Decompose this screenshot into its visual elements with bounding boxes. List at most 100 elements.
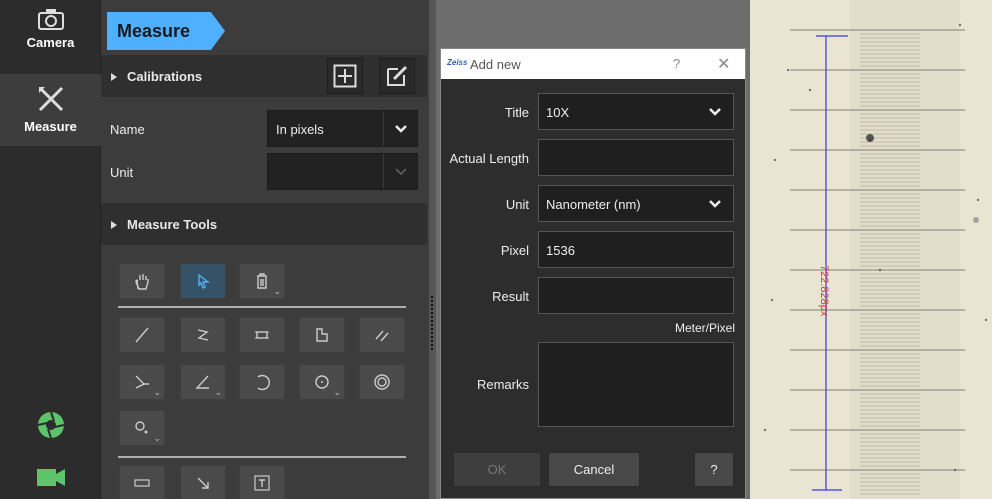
chevron-down-icon: ⌄ [273,286,281,296]
expand-triangle-icon [111,73,117,81]
angle-tool-button[interactable]: ⌄ [180,364,226,400]
aperture-icon [36,411,66,443]
concentric-circles-icon [374,374,390,390]
nav-video[interactable] [0,466,101,499]
remarks-textarea[interactable] [538,342,734,427]
rectangle-tool-button[interactable] [239,317,285,353]
dust-speck [770,298,774,302]
angle-bisector-icon [135,375,149,389]
dust-speck [808,88,812,92]
divider [118,306,406,308]
actual-length-label: Actual Length [449,151,529,166]
text-box-icon [254,475,270,491]
circle-tool-button[interactable]: ⌄ [299,364,345,400]
close-icon[interactable]: ✕ [717,54,730,74]
chevron-down-icon [697,94,733,129]
name-select[interactable]: In pixels [267,110,418,147]
dust-speck [976,198,980,202]
polyline-icon [197,329,209,341]
chevron-down-icon: ⌄ [153,387,161,397]
point-circle-icon [135,421,148,434]
edit-calibration-button[interactable] [379,58,415,94]
debris [866,134,874,142]
scale-band [850,0,960,499]
polygon-tool-button[interactable] [299,317,345,353]
calibrations-title: Calibrations [127,69,203,84]
pixel-input[interactable]: 1536 [538,231,734,268]
dust-speck [958,23,962,27]
crossed-tools-icon [36,86,66,117]
angle-icon [195,375,209,389]
select-tool-button[interactable] [180,263,226,299]
nav-capture[interactable] [0,410,101,450]
polyline-tool-button[interactable] [180,317,226,353]
pixel-value: 1536 [546,243,575,258]
dialog-title: Add new [470,57,521,72]
drag-handle-icon [431,296,433,350]
result-input[interactable] [538,277,734,314]
measure-tools-title: Measure Tools [127,217,218,232]
dust-speck [786,68,790,72]
unit-select[interactable] [267,153,418,190]
unit-field-value: Nanometer (nm) [546,197,641,212]
bisector-tool-button[interactable]: ⌄ [119,364,165,400]
unit-field-select[interactable]: Nanometer (nm) [538,185,734,222]
trash-icon [257,273,267,289]
title-select-value: 10X [546,105,570,120]
plus-box-icon [333,64,357,88]
video-camera-icon [36,469,66,491]
panel-splitter[interactable] [429,0,436,499]
title-label: Title [504,105,529,120]
delete-tool-button[interactable]: ⌄ [239,263,285,299]
divider [118,456,406,458]
scale-bar-tool-button[interactable] [119,465,165,499]
line-tool-button[interactable] [119,317,165,353]
dialog-help-icon[interactable]: ? [673,56,680,71]
unit-label: Unit [110,165,134,180]
measure-tools-header[interactable]: Measure Tools [101,203,427,245]
chevron-down-icon: ⌄ [153,433,161,443]
add-new-dialog: Zeiss Add new ? ✕ Title 10X Actual Lengt… [440,48,746,499]
title-select[interactable]: 10X [538,93,734,130]
pan-tool-button[interactable] [119,263,165,299]
dust-speck [763,428,767,432]
parallel-lines-icon [375,330,389,342]
dust-speck [878,268,882,272]
actual-length-input[interactable] [538,139,734,176]
chevron-down-icon: ⌄ [214,387,222,397]
chevron-down-icon [697,186,733,221]
dust-speck [953,468,957,472]
remarks-label: Remarks [476,377,529,392]
nav-camera-label: Camera [26,35,75,50]
arrow-tool-button[interactable] [180,465,226,499]
cancel-button[interactable]: Cancel [548,452,640,487]
microscope-image[interactable]: 722.828px [750,0,992,499]
point-tool-button[interactable]: ⌄ [119,410,165,446]
arc-tool-button[interactable] [239,364,285,400]
nav-camera[interactable]: Camera [0,8,101,73]
pixel-label: Pixel [500,243,529,258]
name-label: Name [110,122,145,137]
app-logo-icon: Zeiss [447,58,468,67]
parallel-tool-button[interactable] [359,317,405,353]
ok-button[interactable]: OK [453,452,541,487]
left-navigation: Camera Measure [0,0,101,499]
text-tool-button[interactable] [239,465,285,499]
chevron-down-icon [383,154,417,189]
pointer-icon [198,273,211,289]
help-button[interactable]: ? [694,452,734,487]
micrometer-scale-image [763,0,988,499]
dust-speck [773,158,777,162]
nav-measure[interactable]: Measure [0,74,101,146]
add-calibration-button[interactable] [327,58,363,94]
measure-tab[interactable]: Measure [107,12,225,50]
measure-panel: Measure Calibrations Name In pixels Unit… [101,0,429,499]
unit-field-label: Unit [505,197,529,212]
measurement-label: 722.828px [818,265,830,317]
dialog-titlebar[interactable]: Zeiss Add new ? ✕ [441,49,745,79]
hand-icon [135,274,149,290]
line-icon [135,327,149,343]
concentric-tool-button[interactable] [359,364,405,400]
camera-icon [37,9,64,33]
debris [973,217,979,223]
